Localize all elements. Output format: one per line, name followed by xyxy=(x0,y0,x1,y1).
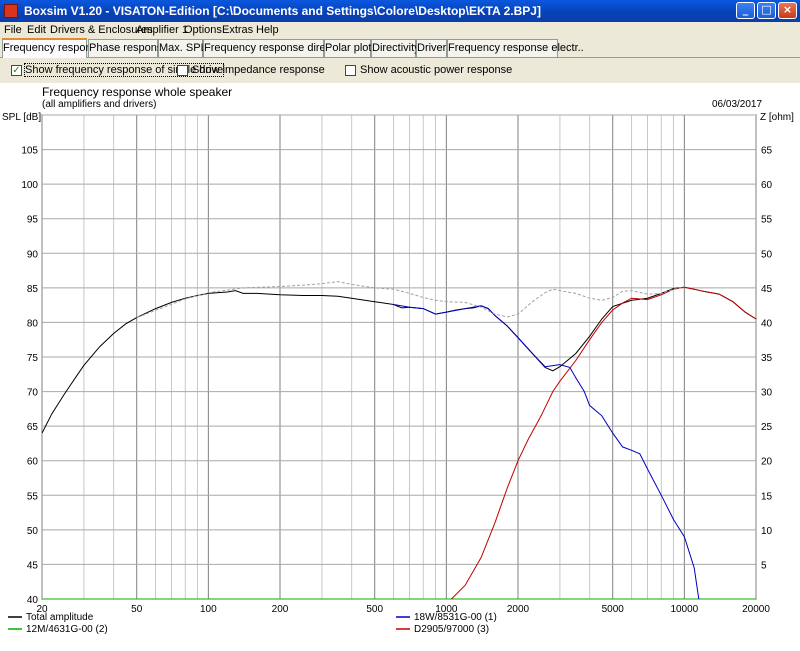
y-axis-label: SPL [dB] xyxy=(2,112,41,123)
y-tick-label: 70 xyxy=(27,388,39,399)
chart-subtitle: (all amplifiers and drivers) xyxy=(42,99,156,110)
minimize-button[interactable]: _ xyxy=(736,2,755,19)
y-tick-label: 80 xyxy=(27,318,39,329)
y-tick-label-right: 25 xyxy=(761,422,773,433)
tab-frequency-response[interactable]: Frequency response. xyxy=(2,38,106,58)
tab-directivity[interactable]: Directivity xyxy=(371,39,420,57)
menu-bar: File Edit Drivers & Enclosures Amplifier… xyxy=(0,22,800,38)
legend-entry: 12M/4631G-00 (2) xyxy=(26,624,108,635)
y-tick-label-right: 10 xyxy=(761,526,773,537)
impedance-label[interactable]: Show impedance response xyxy=(192,64,325,76)
y-tick-label-right: 45 xyxy=(761,284,773,295)
menu-options[interactable]: Options xyxy=(184,24,222,36)
menu-file[interactable]: File xyxy=(4,24,22,36)
y-axis-label-right: Z [ohm] xyxy=(760,112,794,123)
y-tick-label-right: 30 xyxy=(761,388,773,399)
acoustic-power-label[interactable]: Show acoustic power response xyxy=(360,64,512,76)
app-icon xyxy=(4,4,18,18)
y-tick-label: 65 xyxy=(27,422,39,433)
single-driver-checkbox[interactable]: ✓ xyxy=(11,65,22,76)
tab-phase-response[interactable]: Phase response xyxy=(88,39,169,57)
y-tick-label-right: 40 xyxy=(761,318,773,329)
impedance-checkbox[interactable] xyxy=(177,65,188,76)
y-tick-label: 55 xyxy=(27,491,39,502)
y-tick-label: 40 xyxy=(27,595,39,606)
legend-entry: Total amplitude xyxy=(26,612,94,623)
x-tick-label: 2000 xyxy=(507,604,530,615)
x-tick-label: 5000 xyxy=(602,604,625,615)
legend-entry: 18W/8531G-00 (1) xyxy=(414,612,497,623)
legend-entry: D2905/97000 (3) xyxy=(414,624,489,635)
menu-edit[interactable]: Edit xyxy=(27,24,46,36)
y-tick-label: 85 xyxy=(27,284,39,295)
tab-frequency-response-directions[interactable]: Frequency response directions xyxy=(203,39,354,57)
y-tick-label: 95 xyxy=(27,215,39,226)
acoustic-power-checkbox[interactable] xyxy=(345,65,356,76)
y-tick-label: 60 xyxy=(27,457,39,468)
x-tick-label: 500 xyxy=(366,604,383,615)
plot-area: 20 50 100 200 500 1000 2000 5000 10000 20000 40 45 5… xyxy=(0,83,800,651)
tab-polar-plots[interactable]: Polar plots xyxy=(324,39,377,57)
options-bar: ✓ Show frequency response of single driv… xyxy=(0,58,800,83)
y-tick-label: 75 xyxy=(27,353,39,364)
y-tick-label-right: 35 xyxy=(761,353,773,364)
tab-max-spl[interactable]: Max. SPL xyxy=(158,39,207,57)
y-tick-label-right: 20 xyxy=(761,457,773,468)
x-tick-label: 200 xyxy=(272,604,289,615)
y-tick-label-right: 55 xyxy=(761,215,773,226)
frequency-response-chart: 20 50 100 200 500 1000 2000 5000 10000 2000040455… xyxy=(2,85,794,635)
x-tick-label: 20000 xyxy=(742,604,770,615)
y-tick-label-right: 65 xyxy=(761,146,773,157)
close-button[interactable]: × xyxy=(778,2,797,19)
maximize-button[interactable]: □ xyxy=(757,2,776,19)
y-tick-label-right: 5 xyxy=(761,560,767,571)
tab-driver[interactable]: Driver xyxy=(416,39,447,57)
menu-amplifier-1[interactable]: Amplifier 1 xyxy=(136,24,188,36)
chart-date: 06/03/2017 xyxy=(712,99,762,110)
x-tick-label: 50 xyxy=(131,604,143,615)
tab-bar: Frequency response. Phase response Max. … xyxy=(0,38,800,58)
y-tick-label: 105 xyxy=(21,146,38,157)
y-tick-label: 50 xyxy=(27,526,39,537)
tab-frequency-response-electrical[interactable]: Frequency response electr.. xyxy=(447,39,584,57)
title-bar: Boxsim V1.20 - VISATON-Edition [C:\Docum… xyxy=(0,0,800,22)
y-tick-label: 100 xyxy=(21,180,38,191)
y-tick-label-right: 15 xyxy=(761,491,773,502)
window-title: Boxsim V1.20 - VISATON-Edition [C:\Docum… xyxy=(24,4,541,18)
x-tick-label: 100 xyxy=(200,604,217,615)
y-tick-label-right: 60 xyxy=(761,180,773,191)
menu-extras[interactable]: Extras xyxy=(222,24,253,36)
y-tick-label-right: 50 xyxy=(761,249,773,260)
y-tick-label: 90 xyxy=(27,249,39,260)
y-tick-label: 45 xyxy=(27,560,39,571)
menu-help[interactable]: Help xyxy=(256,24,279,36)
chart-title: Frequency response whole speaker xyxy=(42,85,232,99)
x-tick-label: 10000 xyxy=(670,604,698,615)
